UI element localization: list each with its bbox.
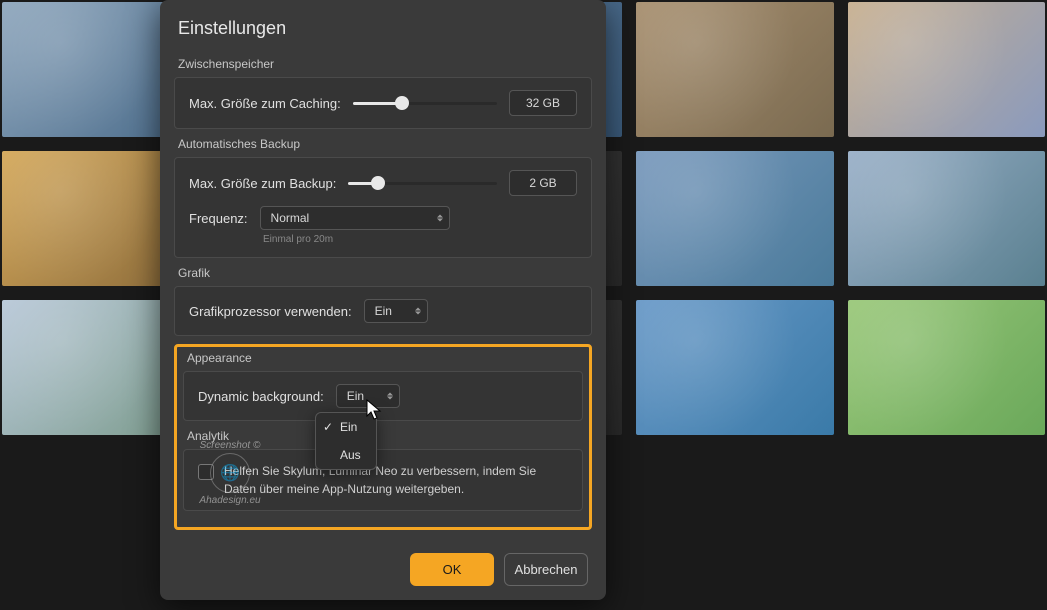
section-backup-label: Automatisches Backup <box>178 137 588 151</box>
appearance-panel: Dynamic background: Ein <box>183 371 583 421</box>
cancel-button[interactable]: Abbrechen <box>504 553 588 586</box>
analytics-panel: Helfen Sie Skylum, Luminar Neo zu verbes… <box>183 449 583 511</box>
gpu-value: Ein <box>375 304 392 318</box>
settings-dialog: Einstellungen Zwischenspeicher Max. Größ… <box>160 0 606 600</box>
dialog-title: Einstellungen <box>160 18 606 49</box>
thumbnail[interactable] <box>848 2 1045 137</box>
backup-panel: Max. Größe zum Backup: 2 GB Frequenz: No… <box>174 157 592 258</box>
cache-size-slider[interactable] <box>353 92 497 114</box>
chevron-updown-icon <box>415 308 421 315</box>
dropdown-option-label: Aus <box>340 448 361 462</box>
frequency-value: Normal <box>271 211 310 225</box>
frequency-select[interactable]: Normal <box>260 206 450 230</box>
backup-size-value[interactable]: 2 GB <box>509 170 577 196</box>
dynamic-bg-select[interactable]: Ein <box>336 384 400 408</box>
thumbnail[interactable] <box>636 300 833 435</box>
cache-size-label: Max. Größe zum Caching: <box>189 96 341 111</box>
thumbnail[interactable] <box>636 151 833 286</box>
thumbnail[interactable] <box>848 151 1045 286</box>
dropdown-option-label: Ein <box>340 420 357 434</box>
section-analytics-label: Analytik <box>187 429 579 443</box>
dynamic-bg-value: Ein <box>347 389 364 403</box>
check-icon: ✓ <box>323 420 333 434</box>
section-appearance-label: Appearance <box>187 351 579 365</box>
dynamic-bg-dropdown: ✓ Ein Aus <box>315 412 377 470</box>
section-cache-label: Zwischenspeicher <box>178 57 588 71</box>
thumbnail[interactable] <box>636 2 833 137</box>
graphics-panel: Grafikprozessor verwenden: Ein <box>174 286 592 336</box>
thumbnail[interactable] <box>848 300 1045 435</box>
analytics-checkbox[interactable] <box>198 464 214 480</box>
frequency-label: Frequenz: <box>189 211 248 226</box>
appearance-highlight-box: Appearance Dynamic background: Ein Analy… <box>174 344 592 530</box>
section-graphics-label: Grafik <box>178 266 588 280</box>
ok-button[interactable]: OK <box>410 553 494 586</box>
gpu-select[interactable]: Ein <box>364 299 428 323</box>
cache-panel: Max. Größe zum Caching: 32 GB <box>174 77 592 129</box>
dropdown-option-aus[interactable]: Aus <box>316 441 376 469</box>
dynamic-bg-label: Dynamic background: <box>198 389 324 404</box>
frequency-hint: Einmal pro 20m <box>263 234 577 245</box>
analytics-description: Helfen Sie Skylum, Luminar Neo zu verbes… <box>224 462 568 498</box>
cache-size-value[interactable]: 32 GB <box>509 90 577 116</box>
backup-size-label: Max. Größe zum Backup: <box>189 176 336 191</box>
chevron-updown-icon <box>387 393 393 400</box>
dropdown-option-ein[interactable]: ✓ Ein <box>316 413 376 441</box>
chevron-updown-icon <box>437 215 443 222</box>
backup-size-slider[interactable] <box>348 172 497 194</box>
gpu-label: Grafikprozessor verwenden: <box>189 304 352 319</box>
dialog-footer: OK Abbrechen <box>160 539 606 586</box>
